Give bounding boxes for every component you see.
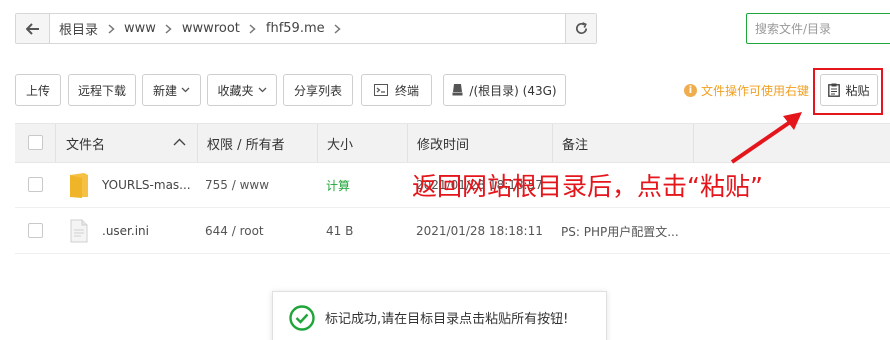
file-icon xyxy=(70,219,88,243)
chevron-right-icon xyxy=(156,23,182,34)
new-dropdown-button[interactable]: 新建 xyxy=(142,74,201,106)
paste-label: 粘贴 xyxy=(845,83,870,98)
chevron-down-icon xyxy=(181,87,190,93)
favorites-dropdown-button[interactable]: 收藏夹 xyxy=(207,74,277,106)
right-click-hint: i 文件操作可使用右键 xyxy=(684,82,809,99)
annotation-arrow-icon xyxy=(730,112,802,164)
back-button[interactable] xyxy=(16,14,50,43)
clipboard-icon xyxy=(828,83,841,97)
disk-label: /(根目录) (43G) xyxy=(469,83,557,98)
disk-icon xyxy=(452,84,463,96)
header-note: 备注 xyxy=(562,137,589,153)
terminal-button[interactable]: 终端 xyxy=(361,74,432,106)
new-label: 新建 xyxy=(152,83,177,98)
chevron-right-icon xyxy=(325,23,351,34)
crumb-wwwroot[interactable]: wwwroot xyxy=(182,21,240,36)
file-permission[interactable]: 755 / www xyxy=(205,162,269,208)
file-size-calculate[interactable]: 计算 xyxy=(326,162,350,208)
header-name[interactable]: 文件名 xyxy=(66,124,105,162)
crumb-site[interactable]: fhf59.me xyxy=(266,21,325,36)
row-checkbox[interactable] xyxy=(28,223,43,238)
header-mtime[interactable]: 修改时间 xyxy=(417,124,469,162)
refresh-icon xyxy=(575,22,587,35)
path-bar: 根目录 www wwwroot fhf59.me xyxy=(15,13,597,44)
chevron-right-icon xyxy=(98,23,124,34)
select-all-checkbox[interactable] xyxy=(28,135,43,150)
crumb-root[interactable]: 根目录 xyxy=(59,19,98,38)
share-list-button[interactable]: 分享列表 xyxy=(283,74,353,106)
crumb-www[interactable]: www xyxy=(124,21,156,36)
paste-button[interactable]: 粘贴 xyxy=(820,74,878,106)
header-permission[interactable]: 权限 / 所有者 xyxy=(207,124,285,162)
column-divider xyxy=(693,124,694,162)
table-row[interactable]: .user.ini 644 / root 41 B 2021/01/28 18:… xyxy=(15,208,890,254)
remote-download-button[interactable]: 远程下载 xyxy=(68,74,136,106)
file-permission[interactable]: 644 / root xyxy=(205,208,264,254)
chevron-up-icon[interactable] xyxy=(173,138,186,146)
info-icon: i xyxy=(684,84,697,97)
column-divider xyxy=(317,124,318,162)
column-divider xyxy=(197,124,198,162)
file-note[interactable]: PS: PHP用户配置文... xyxy=(561,208,679,254)
header-size[interactable]: 大小 xyxy=(327,124,353,162)
hint-text: 文件操作可使用右键 xyxy=(701,84,810,98)
file-name[interactable]: .user.ini xyxy=(102,208,149,254)
terminal-label: 终端 xyxy=(394,83,419,98)
refresh-button[interactable] xyxy=(565,14,596,43)
annotation-text: 返回网站根目录后，点击“粘贴” xyxy=(412,172,763,201)
file-mtime: 2021/01/28 18:18:11 xyxy=(416,224,543,238)
favorites-label: 收藏夹 xyxy=(217,83,254,98)
column-divider xyxy=(407,124,408,162)
disk-button[interactable]: /(根目录) (43G) xyxy=(443,74,566,106)
file-size: 41 B xyxy=(326,224,354,238)
row-checkbox[interactable] xyxy=(28,177,43,192)
folder-icon xyxy=(70,173,88,198)
arrow-left-icon xyxy=(25,22,39,35)
chevron-right-icon xyxy=(240,23,266,34)
check-circle-icon xyxy=(289,305,315,331)
search-input[interactable] xyxy=(746,13,890,44)
column-divider xyxy=(552,124,553,162)
file-name[interactable]: YOURLS-mas... xyxy=(102,162,191,208)
column-divider xyxy=(55,124,56,162)
toast-message: 标记成功,请在目标目录点击粘贴所有按钮! xyxy=(325,312,569,327)
terminal-icon xyxy=(373,84,388,96)
upload-button[interactable]: 上传 xyxy=(15,74,61,106)
breadcrumb: 根目录 www wwwroot fhf59.me xyxy=(50,14,565,43)
success-toast: 标记成功,请在目标目录点击粘贴所有按钮! xyxy=(272,291,607,340)
chevron-down-icon xyxy=(258,87,266,93)
